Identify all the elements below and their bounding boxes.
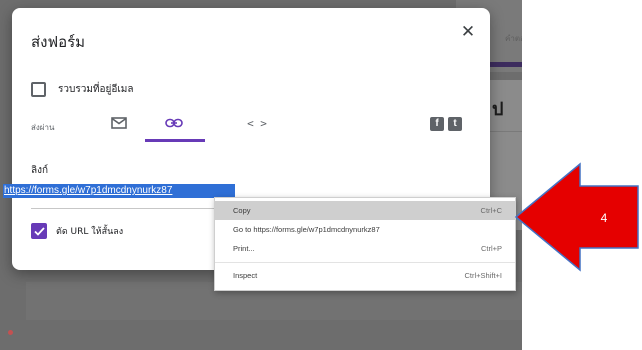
menu-item-inspect[interactable]: Inspect Ctrl+Shift+I — [215, 266, 515, 285]
checkmark-icon — [33, 226, 45, 236]
email-icon — [111, 117, 127, 129]
menu-item-label: Copy — [233, 206, 251, 215]
menu-item-label: Print... — [233, 244, 255, 253]
tab-embed[interactable]: < > — [240, 110, 274, 136]
step-number-label: 4 — [600, 211, 608, 225]
shorten-url-option[interactable]: ตัด URL ให้สั้นลง — [31, 223, 123, 239]
annotation-arrow-icon — [514, 162, 639, 272]
link-url-field[interactable]: https://forms.gle/w7p1dmcdnynurkz87 — [3, 184, 235, 198]
dialog-title: ส่งฟอร์ม — [31, 33, 86, 51]
tab-responses[interactable]: คำตอ — [505, 32, 522, 45]
menu-item-shortcut: Ctrl+Shift+I — [464, 271, 502, 280]
link-icon — [165, 118, 183, 128]
context-menu: Copy Ctrl+C Go to https://forms.gle/w7p1… — [214, 197, 516, 291]
link-section-heading: ลิงก์ — [31, 165, 49, 176]
arrow-shape — [514, 162, 639, 272]
embed-code-icon: < > — [247, 116, 267, 130]
collect-email-option[interactable]: รวบรวมที่อยู่อีเมล — [31, 80, 134, 98]
collect-email-label: รวบรวมที่อยู่อีเมล — [58, 83, 134, 95]
twitter-icon[interactable]: t — [448, 117, 462, 131]
tab-link[interactable] — [157, 110, 191, 136]
menu-item-shortcut: Ctrl+P — [480, 244, 502, 253]
menu-item-label: Go to https://forms.gle/w7p1dmcdnynurkz8… — [233, 225, 380, 234]
shorten-url-label: ตัด URL ให้สั้นลง — [56, 227, 124, 237]
tab-email[interactable] — [102, 110, 136, 136]
close-icon[interactable]: ✕ — [458, 22, 478, 42]
form-title-fragment: ป — [492, 99, 504, 119]
active-tab-underline — [145, 139, 205, 142]
collect-email-checkbox[interactable] — [31, 81, 46, 97]
menu-item-shortcut: Ctrl+C — [480, 206, 502, 215]
shorten-url-checkbox[interactable] — [31, 223, 47, 239]
menu-item-label: Inspect — [233, 271, 258, 280]
menu-item-print[interactable]: Print... Ctrl+P — [215, 239, 515, 258]
facebook-icon[interactable]: f — [430, 117, 444, 131]
required-marker — [8, 330, 13, 335]
menu-item-copy[interactable]: Copy Ctrl+C — [215, 201, 515, 220]
menu-item-go-to[interactable]: Go to https://forms.gle/w7p1dmcdnynurkz8… — [215, 220, 515, 239]
active-tab-indicator — [490, 62, 522, 67]
menu-separator — [215, 262, 515, 263]
send-via-label: ส่งผ่าน — [31, 123, 55, 132]
